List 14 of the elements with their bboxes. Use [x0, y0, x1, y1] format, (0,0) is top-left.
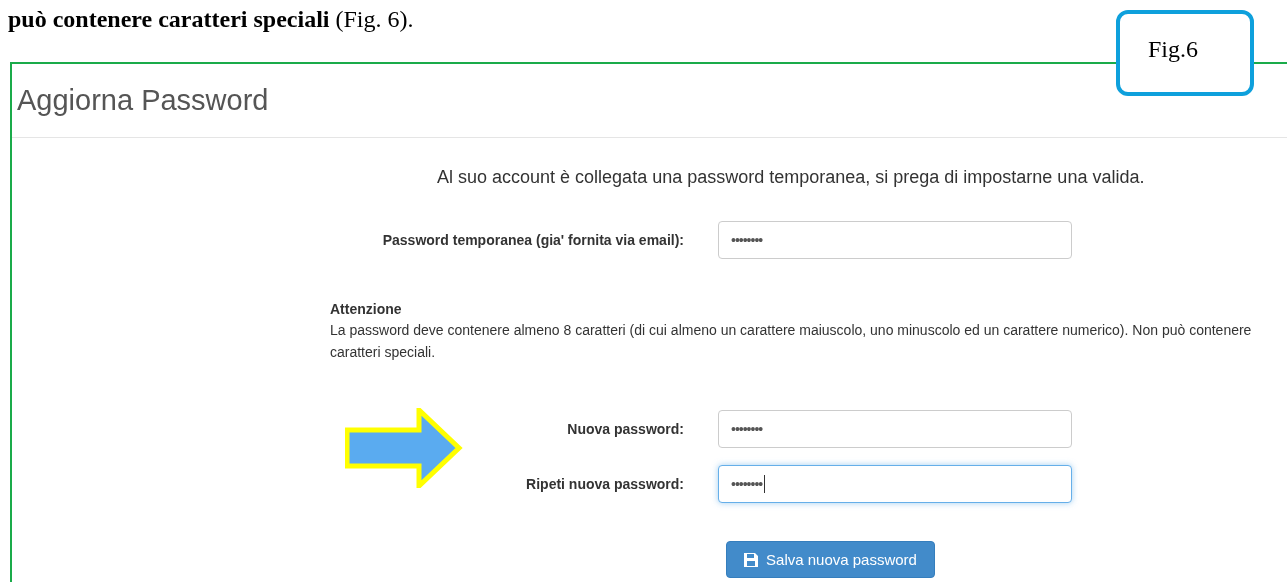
save-button[interactable]: Salva nuova password	[726, 541, 935, 578]
field-label: Nuova password:	[567, 421, 684, 437]
field-label: Ripeti nuova password:	[526, 476, 684, 492]
notice-title: Attenzione	[330, 300, 403, 319]
page-title: Aggiorna Password	[17, 84, 269, 117]
notice-text: La password deve contenere almeno 8 caratteri (di cui almeno un carattere maiuscolo, uno minuscolo ed un carattere numerico). Non può contenere caratteri speciali.	[330, 321, 1253, 362]
info-message: Al suo account è collegata una password temporanea, si prega di impostarne una valida.	[437, 166, 1146, 188]
caption-text: può contenere caratteri speciali (Fig. 6).	[8, 6, 414, 32]
password-field[interactable]: ••••••••	[718, 465, 1072, 503]
save-icon	[744, 552, 759, 567]
field-label: Password temporanea (gia' fornita via email):	[382, 232, 684, 248]
figure-label: Fig.6	[1116, 10, 1254, 96]
password-field[interactable]: ••••••••	[718, 410, 1072, 448]
password-field[interactable]: ••••••••	[718, 221, 1072, 259]
